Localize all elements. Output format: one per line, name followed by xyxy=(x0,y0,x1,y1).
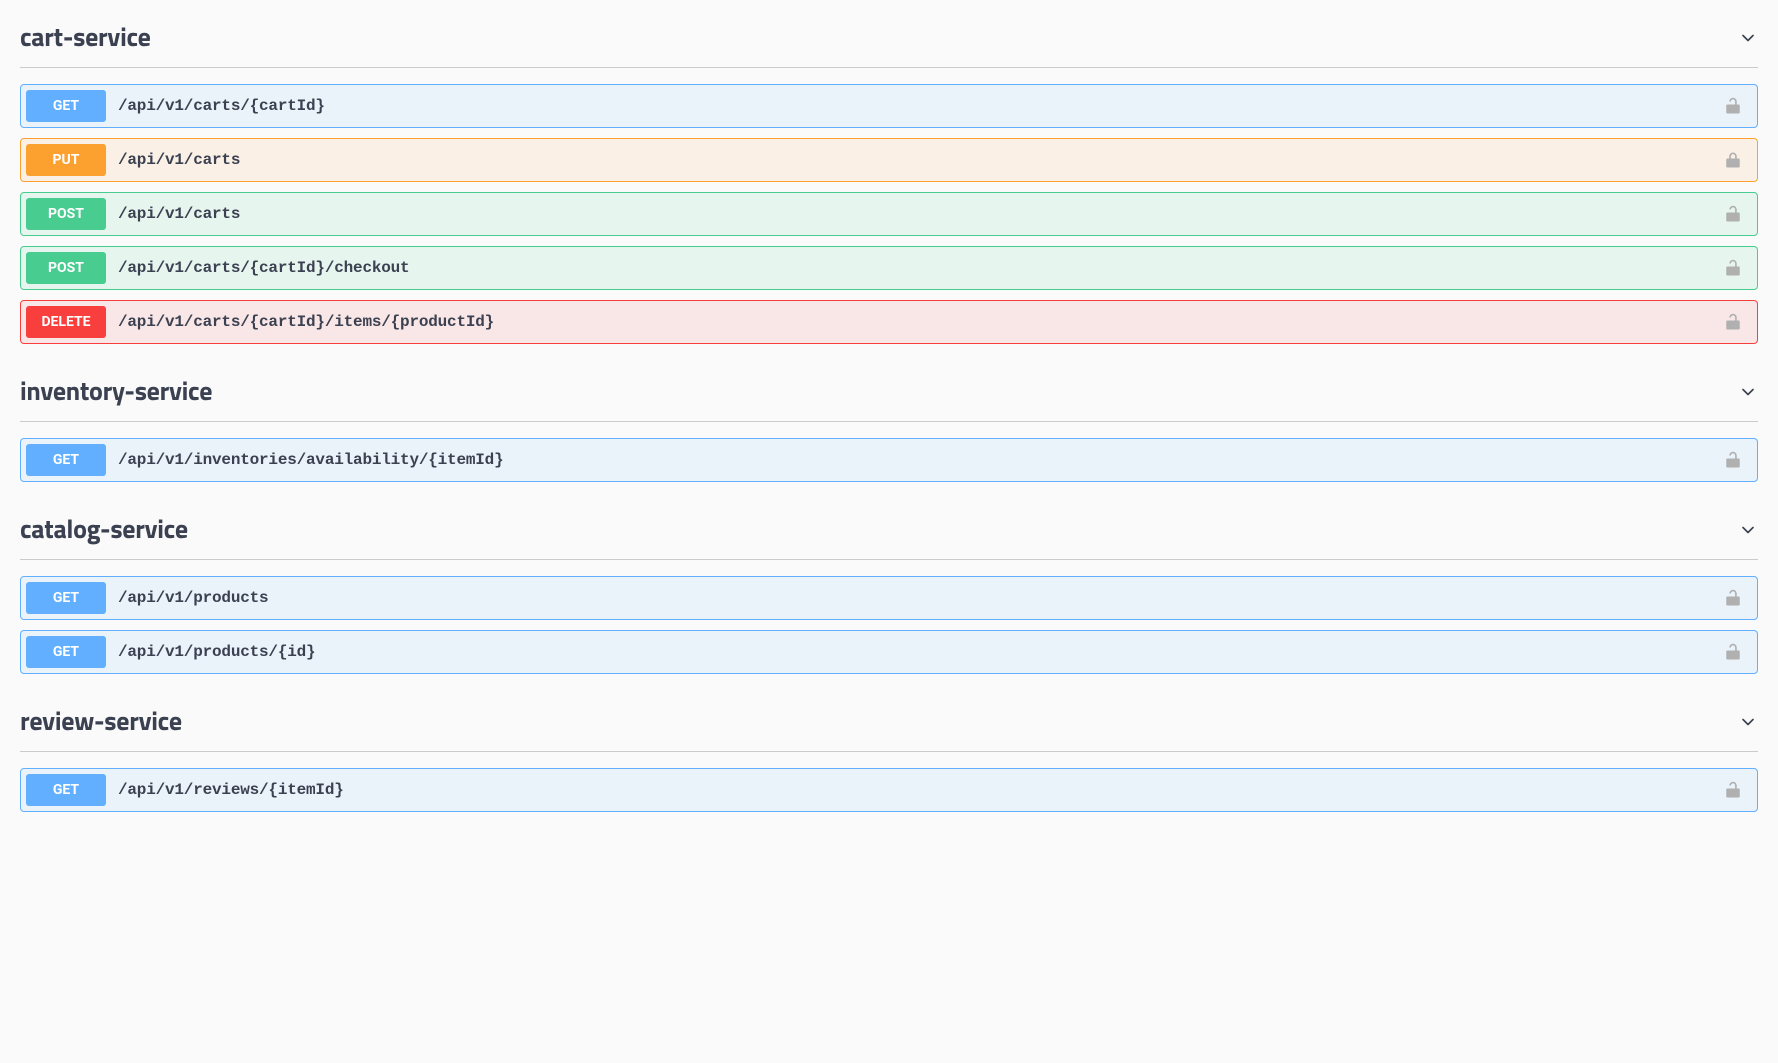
endpoint-path: /api/v1/carts xyxy=(106,205,1722,223)
lock-open-icon[interactable] xyxy=(1722,587,1744,609)
operation-row[interactable]: POST/api/v1/carts/{cartId}/checkout xyxy=(20,246,1758,290)
lock-open-icon[interactable] xyxy=(1722,449,1744,471)
chevron-down-icon[interactable] xyxy=(1738,28,1758,48)
operation-row[interactable]: DELETE/api/v1/carts/{cartId}/items/{prod… xyxy=(20,300,1758,344)
operation-row[interactable]: GET/api/v1/products xyxy=(20,576,1758,620)
lock-open-icon[interactable] xyxy=(1722,203,1744,225)
method-badge: PUT xyxy=(26,144,106,176)
operation-list: GET/api/v1/reviews/{itemId} xyxy=(20,752,1758,812)
endpoint-path: /api/v1/products xyxy=(106,589,1722,607)
section-title: cart-service xyxy=(20,18,151,57)
chevron-down-icon[interactable] xyxy=(1738,520,1758,540)
operation-row[interactable]: PUT/api/v1/carts xyxy=(20,138,1758,182)
method-badge: GET xyxy=(26,636,106,668)
method-badge: POST xyxy=(26,198,106,230)
section-title: review-service xyxy=(20,702,182,741)
section-header[interactable]: inventory-service xyxy=(20,354,1758,422)
section-title: inventory-service xyxy=(20,372,212,411)
api-section: cart-service GET/api/v1/carts/{cartId} PUT… xyxy=(20,0,1758,344)
operation-row[interactable]: GET/api/v1/carts/{cartId} xyxy=(20,84,1758,128)
operation-row[interactable]: GET/api/v1/reviews/{itemId} xyxy=(20,768,1758,812)
operation-row[interactable]: GET/api/v1/inventories/availability/{ite… xyxy=(20,438,1758,482)
section-header[interactable]: cart-service xyxy=(20,0,1758,68)
chevron-down-icon[interactable] xyxy=(1738,382,1758,402)
section-header[interactable]: review-service xyxy=(20,684,1758,752)
endpoint-path: /api/v1/carts xyxy=(106,151,1722,169)
method-badge: GET xyxy=(26,444,106,476)
endpoint-path: /api/v1/products/{id} xyxy=(106,643,1722,661)
operation-list: GET/api/v1/productsGET/api/v1/products/{… xyxy=(20,560,1758,674)
endpoint-path: /api/v1/inventories/availability/{itemId… xyxy=(106,451,1722,469)
endpoint-path: /api/v1/carts/{cartId} xyxy=(106,97,1722,115)
lock-open-icon[interactable] xyxy=(1722,779,1744,801)
endpoint-path: /api/v1/carts/{cartId}/items/{productId} xyxy=(106,313,1722,331)
operation-list: GET/api/v1/carts/{cartId} PUT/api/v1/cart… xyxy=(20,68,1758,344)
method-badge: DELETE xyxy=(26,306,106,338)
operation-list: GET/api/v1/inventories/availability/{ite… xyxy=(20,422,1758,482)
lock-open-icon[interactable] xyxy=(1722,95,1744,117)
api-section: catalog-serviceGET/api/v1/productsGET/ap… xyxy=(20,492,1758,674)
lock-open-icon[interactable] xyxy=(1722,641,1744,663)
chevron-down-icon[interactable] xyxy=(1738,712,1758,732)
method-badge: GET xyxy=(26,90,106,122)
method-badge: GET xyxy=(26,582,106,614)
section-title: catalog-service xyxy=(20,510,188,549)
api-section: review-service GET/api/v1/reviews/{itemId… xyxy=(20,684,1758,812)
endpoint-path: /api/v1/carts/{cartId}/checkout xyxy=(106,259,1722,277)
method-badge: GET xyxy=(26,774,106,806)
lock-closed-icon[interactable] xyxy=(1722,149,1744,171)
endpoint-path: /api/v1/reviews/{itemId} xyxy=(106,781,1722,799)
section-header[interactable]: catalog-service xyxy=(20,492,1758,560)
api-section: inventory-service GET/api/v1/inventories/… xyxy=(20,354,1758,482)
operation-row[interactable]: POST/api/v1/carts xyxy=(20,192,1758,236)
method-badge: POST xyxy=(26,252,106,284)
operation-row[interactable]: GET/api/v1/products/{id} xyxy=(20,630,1758,674)
lock-open-icon[interactable] xyxy=(1722,311,1744,333)
lock-open-icon[interactable] xyxy=(1722,257,1744,279)
